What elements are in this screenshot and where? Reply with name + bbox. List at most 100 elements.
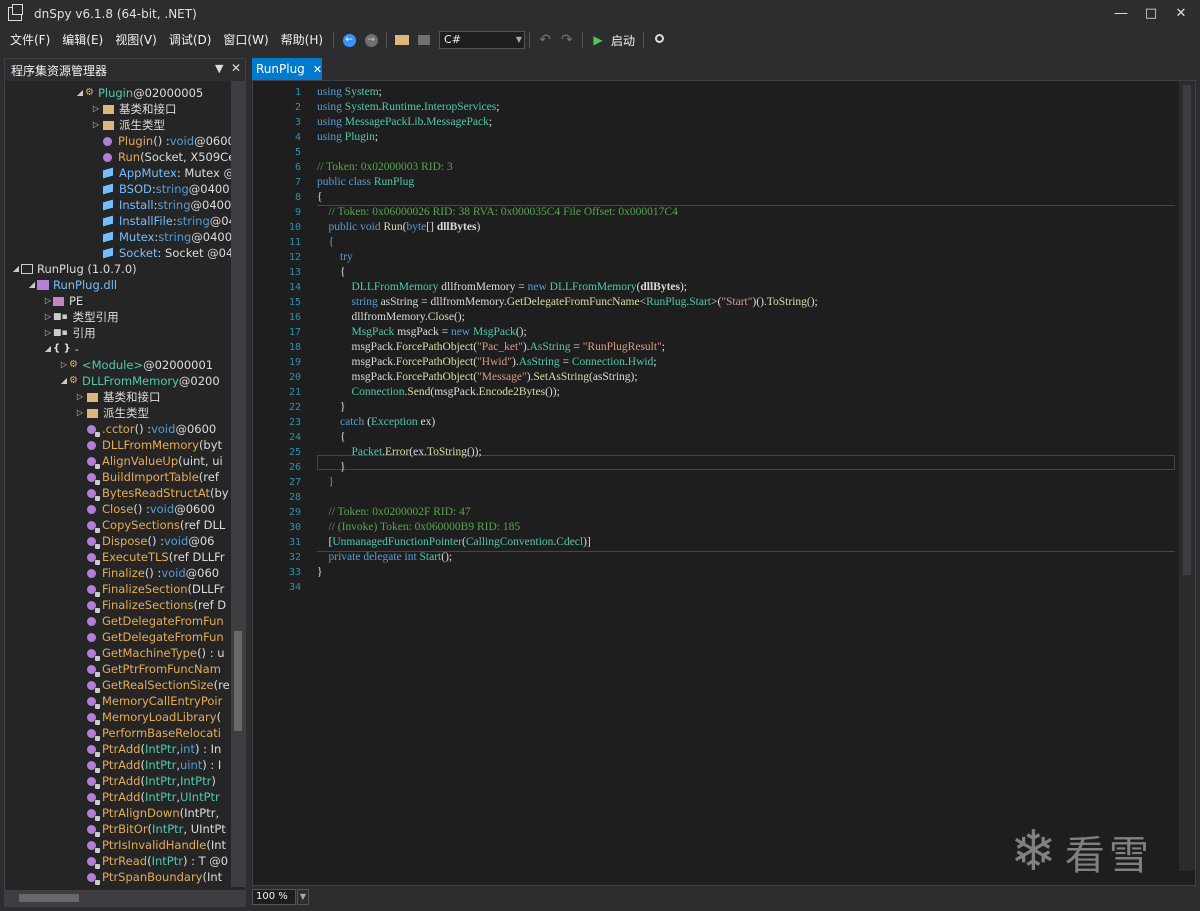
search-button[interactable] — [649, 30, 669, 50]
tree-node[interactable]: ▷ 派生类型 — [91, 117, 165, 133]
tree-node[interactable]: Finalize() : void @060 — [75, 565, 219, 581]
expanded-arrow-icon[interactable]: ◢ — [27, 277, 37, 293]
tree-node[interactable]: MemoryLoadLibrary( — [75, 709, 221, 725]
tree-node[interactable]: Close() : void @0600 — [75, 501, 215, 517]
code-token: Start — [419, 551, 442, 563]
tree-node[interactable]: PtrAlignDown (IntPtr, — [75, 805, 219, 821]
tree-node[interactable]: DLLFromMemory (byt — [75, 437, 222, 453]
tree-node[interactable]: MemoryCallEntryPoir — [75, 693, 222, 709]
tree-node[interactable]: ◢ ⚙ Plugin @02000005 — [75, 85, 203, 101]
expanded-arrow-icon[interactable]: ◢ — [75, 85, 85, 101]
tree-node[interactable]: ▷ ■▪ 引用 — [43, 325, 96, 341]
tree-node[interactable]: PtrAdd(IntPtr, UIntPtr — [75, 789, 220, 805]
tree-node[interactable]: GetMachineType() : u — [75, 645, 225, 661]
tree-node[interactable]: ▷ 基类和接口 — [91, 101, 177, 117]
tree-hscroll-thumb[interactable] — [19, 894, 79, 902]
collapsed-arrow-icon[interactable]: ▷ — [43, 309, 53, 325]
tree-node[interactable]: PtrIsInvalidHandle (Int — [75, 837, 226, 853]
code-editor[interactable]: 1 2 3 4 5 6 7 8 9 10 11 12 13 14 15 16 17 18 19 20 21 22 23 24 2… — [252, 80, 1196, 886]
tree-node[interactable]: FinalizeSections (ref D — [75, 597, 226, 613]
panel-menu-icon[interactable]: ▼ — [215, 62, 223, 75]
open-button[interactable] — [392, 30, 412, 50]
tree-scroll-thumb[interactable] — [234, 631, 242, 731]
menu-view[interactable]: 视图(V) — [109, 28, 163, 52]
collapsed-arrow-icon[interactable]: ▷ — [75, 389, 85, 405]
tree-node[interactable]: ◢{ } - — [43, 341, 79, 357]
tree-node[interactable]: FinalizeSection (DLLFr — [75, 581, 224, 597]
tree-node[interactable]: Plugin() : void @0600 — [91, 133, 231, 149]
tree-node[interactable]: BSOD : string @0400 — [91, 181, 230, 197]
expanded-arrow-icon[interactable]: ◢ — [59, 373, 69, 389]
tree-node[interactable]: AlignValueUp (uint, ui — [75, 453, 223, 469]
tree-node[interactable]: Mutex : string @0400 — [91, 229, 231, 245]
tree-node[interactable]: Dispose() : void @06 — [75, 533, 214, 549]
forward-button[interactable]: → — [361, 30, 381, 50]
tree-node[interactable]: ▷ 派生类型 — [75, 405, 149, 421]
start-button[interactable]: ▶ — [588, 30, 608, 50]
tree-node[interactable]: ◢ RunPlug (1.0.7.0) — [11, 261, 137, 277]
field-icon — [103, 247, 113, 259]
close-button[interactable]: ✕ — [1166, 4, 1196, 24]
tree-node[interactable]: GetDelegateFromFun — [75, 629, 224, 645]
tree-node[interactable]: ▷ PE — [43, 293, 83, 309]
assembly-tree[interactable]: ◢ ⚙ Plugin @02000005 ▷ 基类和接口 ▷ 派生类型 Plugin() : … — [5, 81, 231, 887]
back-button[interactable]: ← — [339, 30, 359, 50]
tree-node[interactable]: ◢ RunPlug.dll — [27, 277, 117, 293]
zoom-dropdown-icon[interactable]: ▼ — [297, 889, 309, 905]
tree-node[interactable]: InstallFile : string @04 — [91, 213, 231, 229]
open-list-button[interactable] — [414, 30, 434, 50]
start-label[interactable]: 启动 — [611, 32, 635, 49]
tree-node[interactable]: ▷ ■▪ 类型引用 — [43, 309, 119, 325]
tree-horizontal-scrollbar[interactable] — [5, 890, 245, 906]
menu-help[interactable]: 帮助(H) — [275, 28, 329, 52]
collapsed-arrow-icon[interactable]: ▷ — [43, 325, 53, 341]
collapsed-arrow-icon[interactable]: ▷ — [59, 357, 69, 373]
code-token: using — [317, 101, 342, 113]
tree-node[interactable]: PtrAdd(IntPtr, uint) : I — [75, 757, 221, 773]
tree-node[interactable]: .cctor() : void @0600 — [75, 421, 216, 437]
tree-node[interactable]: GetPtrFromFuncNam — [75, 661, 221, 677]
zoom-level[interactable]: 100 % — [252, 889, 296, 905]
tree-node[interactable]: ◢ ⚙ DLLFromMemory @0200 — [59, 373, 220, 389]
tree-node[interactable]: ▷ ⚙ <Module> @02000001 — [59, 357, 213, 373]
tree-node[interactable]: CopySections (ref DLL — [75, 517, 225, 533]
tree-node[interactable]: BytesReadStructAt (by — [75, 485, 229, 501]
tree-vertical-scrollbar[interactable] — [231, 81, 245, 887]
tree-node[interactable]: PerformBaseRelocati — [75, 725, 221, 741]
editor-scroll-thumb[interactable] — [1183, 85, 1191, 575]
panel-close-icon[interactable]: ✕ — [231, 61, 241, 75]
maximize-button[interactable]: □ — [1136, 4, 1166, 24]
minimize-button[interactable]: ― — [1106, 4, 1136, 24]
tab-runplug[interactable]: RunPlug ✕ — [252, 58, 322, 80]
expanded-arrow-icon[interactable]: ◢ — [11, 261, 21, 277]
tree-node[interactable]: PtrSpanBoundary (Int — [75, 869, 222, 885]
collapsed-arrow-icon[interactable]: ▷ — [75, 405, 85, 421]
menu-window[interactable]: 窗口(W) — [217, 28, 274, 52]
tree-node[interactable]: Install : string @0400 — [91, 197, 231, 213]
collapsed-arrow-icon[interactable]: ▷ — [91, 117, 101, 133]
menu-file[interactable]: 文件(F) — [4, 28, 56, 52]
collapsed-arrow-icon[interactable]: ▷ — [43, 293, 53, 309]
collapsed-arrow-icon[interactable]: ▷ — [91, 101, 101, 117]
tree-node[interactable]: PtrAdd(IntPtr, IntPtr) — [75, 773, 216, 789]
menu-edit[interactable]: 编辑(E) — [56, 28, 109, 52]
tree-node[interactable]: Run (Socket, X509Cer — [91, 149, 231, 165]
tree-node[interactable]: AppMutex : Mutex @ — [91, 165, 231, 181]
tree-node[interactable]: PtrRead(IntPtr) : T @0 — [75, 853, 228, 869]
tree-node[interactable]: Socket : Socket @04( — [91, 245, 231, 261]
tab-close-icon[interactable]: ✕ — [313, 63, 322, 76]
tree-node[interactable]: ExecuteTLS (ref DLLFr — [75, 549, 225, 565]
undo-button[interactable]: ↶ — [535, 30, 555, 50]
editor-vertical-scrollbar[interactable] — [1179, 81, 1195, 871]
tree-node[interactable]: GetRealSectionSize (re — [75, 677, 230, 693]
tree-node[interactable]: GetDelegateFromFun — [75, 613, 224, 629]
menu-debug[interactable]: 调试(D) — [163, 28, 218, 52]
code-token: msgPack. — [317, 356, 396, 368]
tree-node[interactable]: PtrBitOr(IntPtr, UIntPt — [75, 821, 226, 837]
expanded-arrow-icon[interactable]: ◢ — [43, 341, 53, 357]
language-select[interactable]: C# ▼ — [439, 31, 526, 49]
tree-node[interactable]: ▷ 基类和接口 — [75, 389, 161, 405]
tree-node[interactable]: PtrAdd(IntPtr, int) : In — [75, 741, 221, 757]
tree-node[interactable]: BuildImportTable (ref — [75, 469, 219, 485]
redo-button[interactable]: ↷ — [557, 30, 577, 50]
